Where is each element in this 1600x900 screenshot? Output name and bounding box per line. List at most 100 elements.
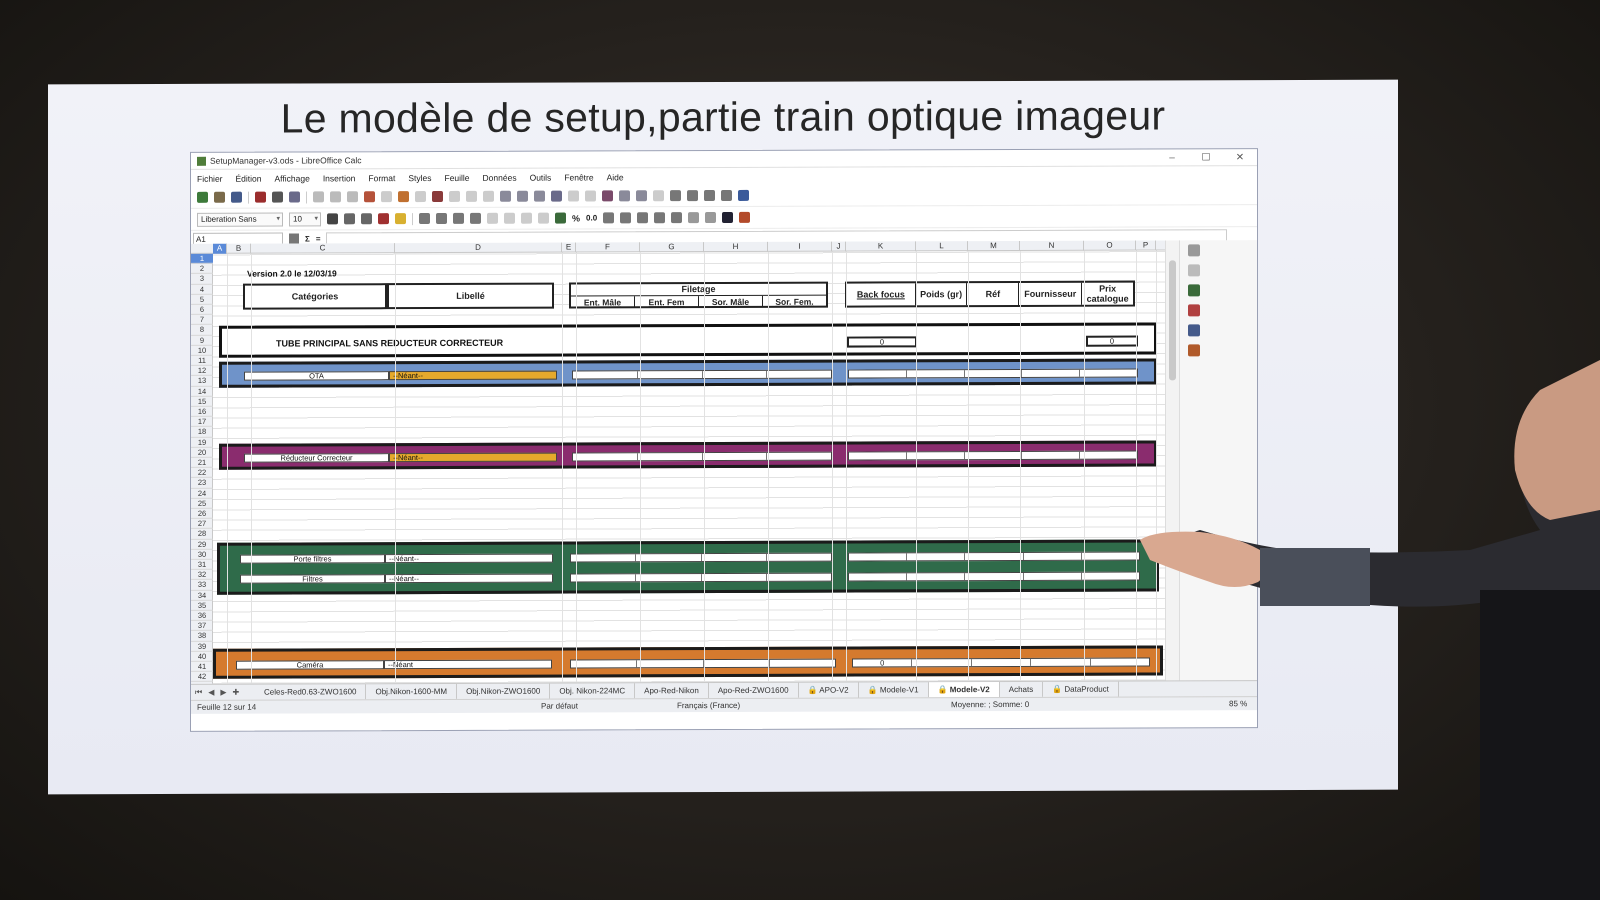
reducteur-details-fields[interactable] xyxy=(848,450,1138,461)
increase-indent-icon[interactable] xyxy=(654,212,666,224)
tab-celes-red[interactable]: Celes-Red0.63-ZWO1600 xyxy=(255,684,367,700)
align-bottom-icon[interactable] xyxy=(538,212,549,224)
redo-icon[interactable] xyxy=(415,191,426,203)
save-icon[interactable] xyxy=(231,191,242,203)
cell-area[interactable]: Version 2.0 le 12/03/19 Catégories Libel… xyxy=(213,250,1165,684)
spelling-icon[interactable] xyxy=(449,190,460,202)
print-preview-icon[interactable] xyxy=(289,191,300,203)
status-page-style[interactable]: Par défaut xyxy=(541,700,578,713)
add-decimal-icon[interactable] xyxy=(620,212,632,224)
row-header[interactable]: 22 xyxy=(191,467,213,479)
paste-icon[interactable] xyxy=(347,191,358,203)
row-header[interactable]: 41 xyxy=(191,661,213,673)
next-sheet-icon[interactable]: ▶ xyxy=(220,687,226,697)
column-header[interactable]: I xyxy=(768,241,832,252)
row-header[interactable]: 28 xyxy=(191,529,213,540)
prev-sheet-icon[interactable]: ◀ xyxy=(208,687,214,697)
camera-filetage-fields[interactable] xyxy=(570,658,836,669)
porte-filtres-select[interactable]: --Néant-- xyxy=(385,553,553,564)
hyperlink-icon[interactable] xyxy=(636,190,647,202)
row-header[interactable]: 33 xyxy=(191,580,213,591)
border-color-icon[interactable] xyxy=(722,211,734,224)
date-format-icon[interactable] xyxy=(603,212,615,224)
column-header[interactable]: M xyxy=(968,240,1020,252)
row-header[interactable]: 19 xyxy=(191,437,213,448)
sidebar-functions-icon[interactable] xyxy=(1188,344,1200,357)
align-top-icon[interactable] xyxy=(504,212,515,224)
tab-obj-nikon-1600-mm[interactable]: Obj.Nikon-1600-MM xyxy=(366,683,458,700)
bold-icon[interactable] xyxy=(327,213,338,225)
menu-donnees[interactable]: Données xyxy=(483,172,517,182)
tab-apo-v2[interactable]: 🔒 APO-V2 xyxy=(798,682,859,698)
row-header[interactable]: 8 xyxy=(191,325,213,336)
row-header[interactable]: 25 xyxy=(191,498,213,509)
add-sheet-icon[interactable]: ✚ xyxy=(233,687,240,697)
row-header[interactable]: 21 xyxy=(191,457,213,469)
sidebar-menu-icon[interactable] xyxy=(1188,244,1200,257)
row-header[interactable]: 20 xyxy=(191,447,213,458)
cut-icon[interactable] xyxy=(313,191,324,203)
row-header[interactable]: 5 xyxy=(191,294,213,305)
copy-icon[interactable] xyxy=(330,191,341,203)
sidebar-gallery-icon[interactable] xyxy=(1188,304,1200,317)
sidebar-styles-icon[interactable] xyxy=(1188,284,1200,297)
row-header[interactable]: 36 xyxy=(191,610,213,622)
sum-icon[interactable]: Σ xyxy=(305,234,310,243)
menu-outils[interactable]: Outils xyxy=(530,172,552,182)
row-header[interactable]: 10 xyxy=(191,345,213,356)
tab-apo-red-zwo1600[interactable]: Apo-Red-ZWO1600 xyxy=(708,682,799,699)
row-header[interactable]: 6 xyxy=(191,304,213,316)
formula-icon[interactable]: = xyxy=(316,234,321,243)
column-header[interactable]: K xyxy=(846,241,916,252)
column-header[interactable]: A xyxy=(213,243,227,254)
row-header[interactable]: 26 xyxy=(191,508,213,520)
row-header[interactable]: 12 xyxy=(191,365,213,377)
menu-fichier[interactable]: Fichier xyxy=(197,173,223,183)
pivot-table-icon[interactable] xyxy=(602,190,613,202)
export-pdf-icon[interactable] xyxy=(255,191,266,203)
sort-desc-icon[interactable] xyxy=(534,190,545,202)
row-header[interactable]: 24 xyxy=(191,488,213,499)
menu-edition[interactable]: Édition xyxy=(236,173,262,183)
ota-filetage-fields[interactable] xyxy=(572,369,832,380)
row-header[interactable]: 38 xyxy=(191,631,213,642)
define-print-area-icon[interactable] xyxy=(687,190,698,202)
column-header[interactable]: N xyxy=(1020,240,1084,251)
maximize-icon[interactable]: ☐ xyxy=(1189,149,1223,166)
decrease-indent-icon[interactable] xyxy=(671,212,683,224)
freeze-rows-icon[interactable] xyxy=(704,190,715,202)
align-center-icon[interactable] xyxy=(436,212,447,225)
align-middle-icon[interactable] xyxy=(521,212,532,224)
column-header[interactable]: D xyxy=(395,242,562,254)
camera-select[interactable]: --Néant xyxy=(384,659,552,670)
row-header[interactable]: 1 xyxy=(191,253,213,265)
border-style-icon[interactable] xyxy=(705,212,717,224)
align-right-icon[interactable] xyxy=(453,212,464,224)
split-window-icon[interactable] xyxy=(721,189,732,202)
function-wizard-icon[interactable] xyxy=(289,233,299,244)
row-header[interactable]: 7 xyxy=(191,314,213,326)
row-header[interactable]: 23 xyxy=(191,478,213,489)
column-header[interactable]: C xyxy=(251,243,395,254)
menu-styles[interactable]: Styles xyxy=(408,173,431,183)
italic-icon[interactable] xyxy=(344,213,355,225)
show-draw-functions-icon[interactable] xyxy=(738,189,749,201)
column-header[interactable]: F xyxy=(576,242,640,253)
porte-filtres-filetage-fields[interactable] xyxy=(570,552,832,563)
row-header[interactable]: 4 xyxy=(191,284,213,295)
merge-cells-icon[interactable] xyxy=(487,212,498,224)
find-replace-icon[interactable] xyxy=(432,190,443,203)
align-left-icon[interactable] xyxy=(419,213,430,225)
row-header[interactable]: 13 xyxy=(191,376,213,387)
special-character-icon[interactable] xyxy=(619,190,630,202)
reducteur-filetage-fields[interactable] xyxy=(572,451,832,462)
tab-achats[interactable]: Achats xyxy=(999,681,1044,698)
borders-icon[interactable] xyxy=(688,212,700,224)
row-header[interactable]: 9 xyxy=(191,335,213,346)
tab-modele-v1[interactable]: 🔒 Modele-V1 xyxy=(858,682,929,698)
row-header[interactable]: 11 xyxy=(191,355,213,367)
menu-feuille[interactable]: Feuille xyxy=(445,172,470,182)
column-header[interactable]: E xyxy=(562,242,576,253)
row-header[interactable]: 16 xyxy=(191,406,213,418)
first-sheet-icon[interactable]: ⏮ xyxy=(195,687,202,697)
